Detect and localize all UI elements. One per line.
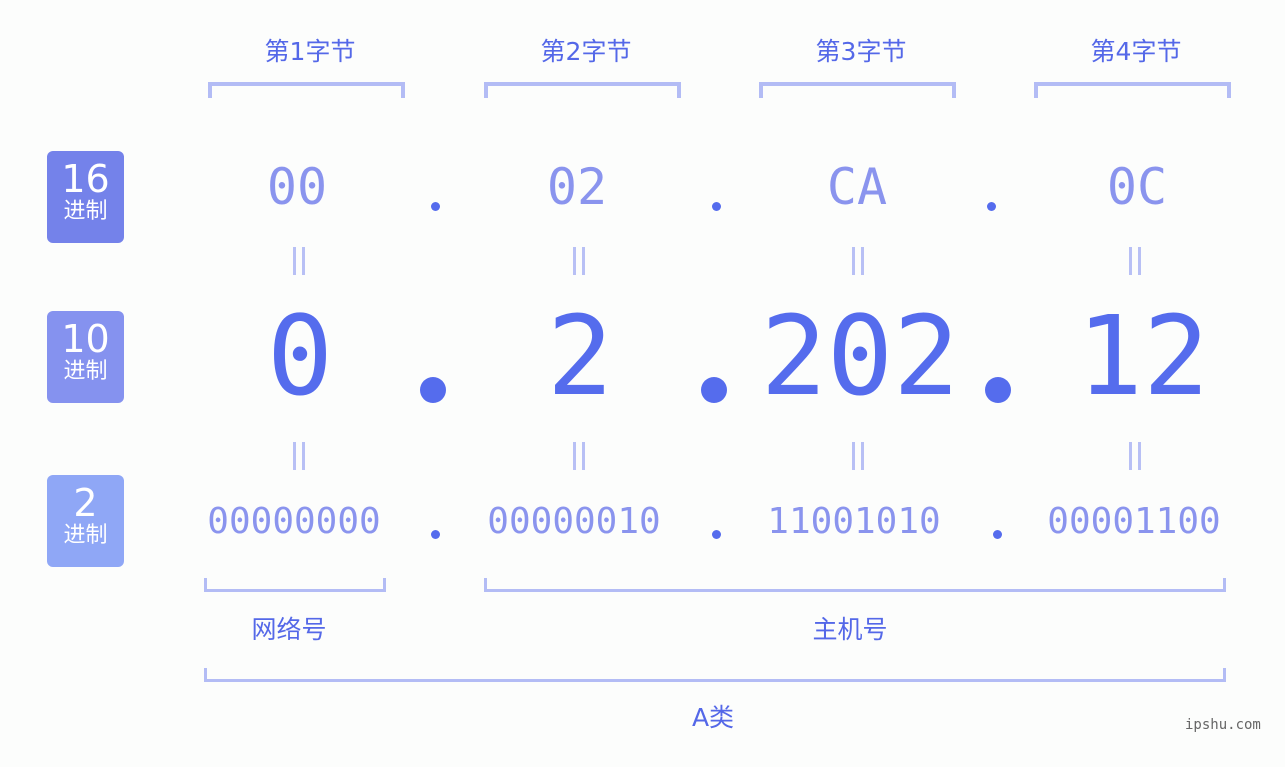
equals-icon [291,442,309,470]
byte-title-4: 第4字节 [1090,37,1182,66]
equals-icon [571,247,589,275]
class-label: A类 [691,703,735,732]
dec-value-1: 0 [266,292,334,420]
dec-value-3: 202 [760,292,960,420]
hex-value-2: 02 [546,158,608,216]
bin-badge: 2 进制 [47,475,124,567]
dec-dot-1 [420,377,446,403]
dec-badge-number: 10 [61,317,110,361]
byte-bracket-4 [1034,82,1231,98]
bin-value-3: 11001010 [767,501,941,542]
bin-value-2: 00000010 [487,501,661,542]
hex-dot-3 [987,202,996,211]
bin-dot-1 [431,530,440,539]
dec-dot-2 [701,377,727,403]
hex-dot-1 [431,202,440,211]
host-bracket [484,578,1226,592]
hex-value-3: CA [826,158,888,216]
hex-badge-label: 进制 [63,199,108,224]
bin-value-1: 00000000 [207,501,381,542]
byte-title-3: 第3字节 [815,37,907,66]
hex-dot-2 [712,202,721,211]
byte-bracket-3 [759,82,956,98]
bin-badge-number: 2 [73,481,98,525]
hex-value-4: 0C [1106,158,1168,216]
host-label: 主机号 [812,615,888,644]
byte-bracket-1 [208,82,405,98]
dec-value-4: 12 [1076,292,1210,420]
equals-icon [291,247,309,275]
bin-badge-label: 进制 [63,523,108,548]
network-label: 网络号 [251,615,327,644]
network-bracket [204,578,386,592]
byte-bracket-2 [484,82,681,98]
bin-dot-2 [712,530,721,539]
bin-dot-3 [993,530,1002,539]
dec-dot-3 [985,377,1011,403]
equals-icon [850,442,868,470]
hex-value-1: 00 [266,158,328,216]
equals-icon [571,442,589,470]
equals-icon [1127,442,1145,470]
byte-title-1: 第1字节 [264,37,356,66]
equals-icon [1127,247,1145,275]
hex-badge: 16 进制 [47,151,124,243]
bin-value-4: 00001100 [1047,501,1221,542]
class-bracket [204,668,1226,682]
dec-badge: 10 进制 [47,311,124,403]
equals-icon [850,247,868,275]
watermark: ipshu.com [1185,717,1261,733]
hex-badge-number: 16 [61,157,110,201]
byte-title-2: 第2字节 [540,37,632,66]
dec-value-2: 2 [546,292,614,420]
dec-badge-label: 进制 [63,359,108,384]
